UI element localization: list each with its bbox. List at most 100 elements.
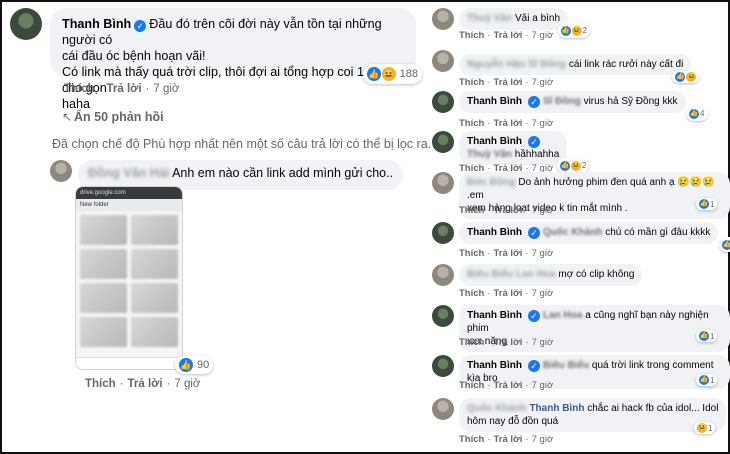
- comment-author[interactable]: Thanh Bình: [467, 227, 522, 238]
- avatar[interactable]: [50, 160, 72, 182]
- like-reaction-icon: 👍: [366, 67, 381, 81]
- verified-icon: ✓: [528, 227, 540, 239]
- like-link[interactable]: Thích: [459, 205, 484, 216]
- comment-author[interactable]: Đức Đông: [467, 177, 515, 188]
- like-link[interactable]: Thích: [459, 434, 484, 445]
- timestamp[interactable]: 7 giờ: [532, 30, 554, 41]
- mention-tag[interactable]: Quốc Khánh: [543, 227, 602, 238]
- comment-author[interactable]: Nguyễn Hậu Sĩ Đồng: [467, 59, 566, 70]
- like-link[interactable]: Thích: [459, 118, 484, 129]
- attached-screenshot[interactable]: drive.google.com New folder: [75, 186, 183, 370]
- comment-bubble: Thanh Bình ✓ Quốc Khánh chú có mần gì đâu …: [459, 222, 730, 252]
- timestamp[interactable]: 7 giờ: [153, 83, 179, 95]
- reply-link[interactable]: Trả lời: [494, 434, 523, 445]
- avatar[interactable]: [432, 355, 454, 377]
- thumbnail: [131, 215, 178, 245]
- like-reaction-icon: 👍: [675, 72, 686, 82]
- reply-link[interactable]: Trả lời: [494, 380, 523, 391]
- comment-author[interactable]: Thanh Bình: [467, 96, 522, 107]
- avatar[interactable]: [432, 398, 454, 420]
- timestamp[interactable]: 7 giờ: [532, 248, 554, 259]
- side-comment: Thanh Bình ✓ Quốc Khánh chú có mần gì đâu …: [432, 222, 730, 252]
- comment-author[interactable]: Biêu Biểu Lan Hoa: [467, 269, 555, 280]
- comment-text: mợ có clip không: [558, 269, 635, 280]
- timestamp[interactable]: 7 giờ: [532, 77, 554, 88]
- mention-tag[interactable]: Thanh Bình: [529, 403, 584, 414]
- timestamp[interactable]: 7 giờ: [174, 378, 200, 390]
- comment-author[interactable]: Thanh Bình: [467, 136, 522, 147]
- reaction-summary[interactable]: 👍 😆 188: [362, 64, 422, 84]
- avatar[interactable]: [432, 264, 454, 286]
- avatar[interactable]: [432, 222, 454, 244]
- reply-link[interactable]: Trả lời: [128, 378, 163, 390]
- reply-link[interactable]: Trả lời: [494, 77, 523, 88]
- hide-replies-link[interactable]: Ẩn 50 phản hồi: [74, 110, 164, 124]
- reply-link[interactable]: Trả lời: [107, 83, 142, 95]
- thumbnail: [80, 249, 127, 279]
- reply-arrow-icon: ↖: [62, 110, 73, 124]
- avatar[interactable]: [432, 172, 454, 194]
- like-link[interactable]: Thích: [459, 288, 484, 299]
- like-reaction-icon: 👍: [721, 239, 730, 250]
- like-link[interactable]: Thích: [459, 248, 484, 259]
- comment-bubble: Thuỳ Vân Vãi a bình 👍 😆 2: [459, 8, 591, 38]
- mention-tag[interactable]: Biêu Biểu: [543, 360, 589, 371]
- reply-link[interactable]: Trả lời: [494, 205, 523, 216]
- avatar[interactable]: [432, 305, 454, 327]
- timestamp[interactable]: 7 giờ: [532, 434, 554, 445]
- reaction-summary[interactable]: 👍 90: [175, 356, 214, 374]
- avatar[interactable]: [432, 50, 454, 72]
- timestamp[interactable]: 7 giờ: [532, 205, 554, 216]
- reaction-count: 188: [399, 68, 418, 80]
- comment-actions: Thích · Trả lời · 7 giờ: [459, 288, 554, 299]
- comment-author[interactable]: Thuỳ Vân: [467, 13, 512, 24]
- avatar[interactable]: [432, 8, 454, 30]
- comment-author[interactable]: Đồng Văn Hải: [88, 166, 169, 180]
- reply-link[interactable]: Trả lời: [494, 248, 523, 259]
- reaction-summary[interactable]: 👍1: [696, 330, 718, 342]
- reaction-summary[interactable]: 👍 😆 2: [556, 158, 590, 173]
- mention-tag[interactable]: Lan Hoa: [543, 310, 582, 321]
- timestamp[interactable]: 7 giờ: [532, 380, 554, 391]
- comment-actions: Thích · Trả lời · 7 giờ: [459, 380, 554, 391]
- reaction-count: 90: [197, 359, 210, 371]
- reply-link[interactable]: Trả lời: [494, 288, 523, 299]
- avatar[interactable]: [10, 8, 42, 40]
- mention-tag[interactable]: Sĩ Đồng: [543, 96, 581, 107]
- timestamp[interactable]: 7 giờ: [532, 288, 554, 299]
- comment-actions: Thích · Trả lời · 7 giờ: [459, 77, 554, 88]
- haha-reaction-icon: 😆: [570, 160, 581, 171]
- avatar[interactable]: [432, 91, 454, 113]
- haha-reaction-icon: 😆: [697, 423, 707, 433]
- avatar[interactable]: [432, 131, 454, 153]
- reply-link[interactable]: Trả lời: [494, 118, 523, 129]
- comment-bubble: Thanh Bình ✓ Đầu đó trên cõi đời này vẫn t…: [50, 8, 422, 111]
- like-reaction-icon: 👍: [560, 25, 571, 36]
- like-link[interactable]: Thích: [459, 30, 484, 41]
- reply-link[interactable]: Trả lời: [494, 30, 523, 41]
- comment-author[interactable]: Quốc Khánh: [467, 403, 526, 414]
- reaction-summary[interactable]: 👍1: [696, 374, 718, 386]
- reaction-count: 2: [581, 161, 587, 170]
- reaction-summary[interactable]: 😆 1: [694, 422, 716, 434]
- reaction-summary[interactable]: 👍 😆: [672, 71, 700, 83]
- reaction-summary[interactable]: 👍1: [696, 198, 718, 210]
- comment-bubble: Thanh Bình ✓ Sĩ Đồng virus hả Sỹ Đồng kkk …: [459, 91, 708, 121]
- like-link[interactable]: Thích: [459, 380, 484, 391]
- like-link[interactable]: Thích: [459, 337, 484, 348]
- reaction-summary[interactable]: 👍1: [718, 237, 730, 252]
- thumbnail: [131, 283, 178, 313]
- like-link[interactable]: Thích: [85, 378, 116, 390]
- timestamp[interactable]: 7 giờ: [532, 118, 554, 129]
- reaction-summary[interactable]: 👍 😆 2: [557, 23, 591, 38]
- mention-tag[interactable]: Thuỳ Vân: [467, 149, 512, 160]
- verified-icon: ✓: [528, 310, 540, 322]
- timestamp[interactable]: 7 giờ: [532, 337, 554, 348]
- reply-link[interactable]: Trả lời: [494, 337, 523, 348]
- like-link[interactable]: Thích: [459, 77, 484, 88]
- comment-author[interactable]: Thanh Bình: [467, 310, 522, 321]
- comment-author[interactable]: Thanh Bình: [467, 360, 522, 371]
- like-link[interactable]: Thích: [64, 83, 95, 95]
- reaction-summary[interactable]: 👍 4: [686, 106, 708, 121]
- comment-author[interactable]: Thanh Bình: [62, 17, 131, 31]
